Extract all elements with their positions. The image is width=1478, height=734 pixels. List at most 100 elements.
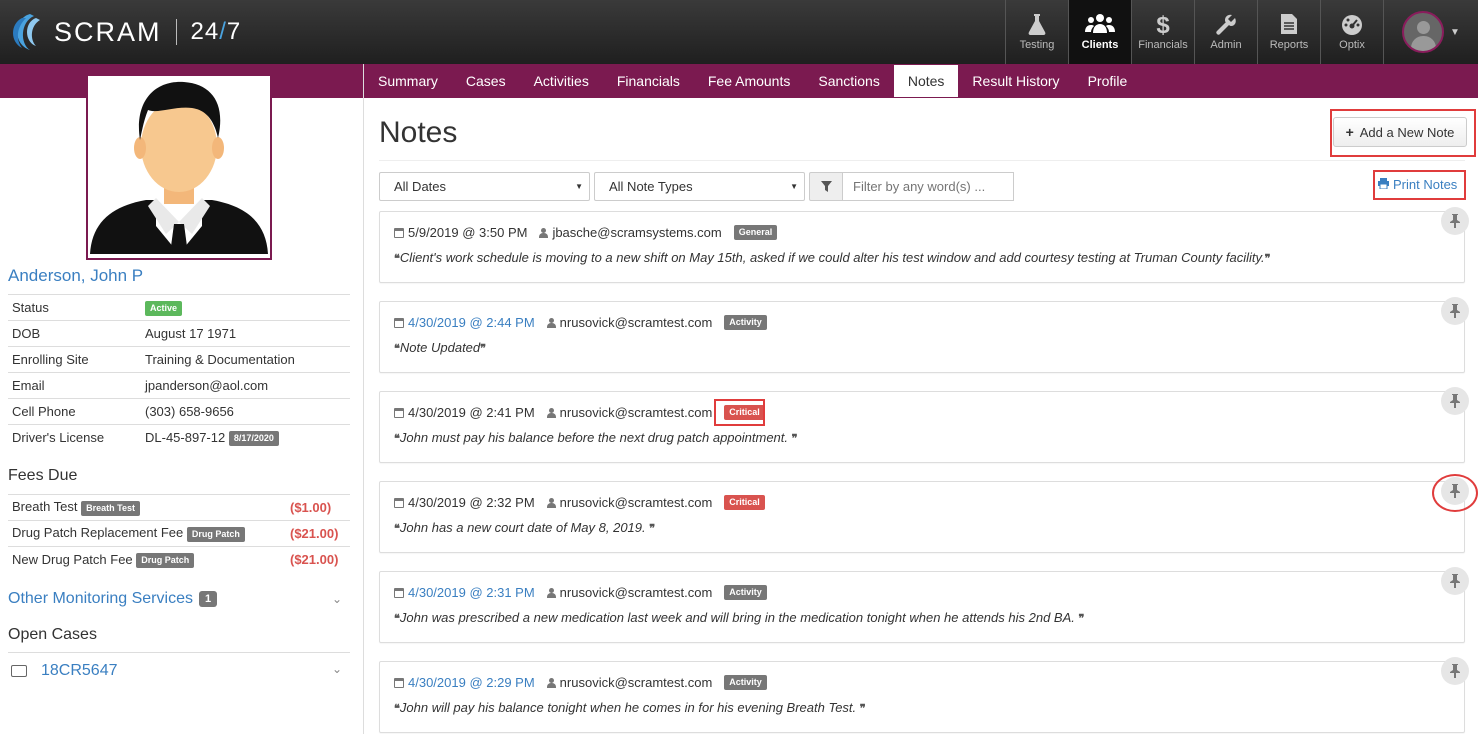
wrench-icon <box>1215 13 1237 39</box>
tab-sanctions[interactable]: Sanctions <box>804 65 893 97</box>
chevron-down-icon[interactable]: ⌄ <box>332 592 342 606</box>
fees-due-table: Breath Test Breath Test ($1.00) Drug Pat… <box>8 494 350 573</box>
user-menu[interactable]: ▼ <box>1383 0 1478 64</box>
note-date-link[interactable]: 4/30/2019 @ 2:29 PM <box>408 675 535 690</box>
users-icon <box>1085 13 1115 39</box>
tab-summary[interactable]: Summary <box>364 65 452 97</box>
title-divider <box>379 160 1465 161</box>
info-key: Status <box>8 294 141 321</box>
dashboard-icon <box>1340 13 1364 39</box>
info-row-email: Email jpanderson@aol.com <box>8 372 350 399</box>
tab-activities[interactable]: Activities <box>520 65 603 97</box>
product-name: 24/7 <box>190 18 242 45</box>
nav-clients[interactable]: Clients <box>1068 0 1131 64</box>
scram-logo[interactable]: SCRAM 24/7 <box>8 6 241 58</box>
info-row-dob: DOB August 17 1971 <box>8 320 350 347</box>
user-icon <box>546 587 556 598</box>
calendar-icon <box>394 497 404 508</box>
nav-financials[interactable]: $ Financials <box>1131 0 1194 64</box>
tab-result-history[interactable]: Result History <box>958 65 1073 97</box>
other-services-count-badge: 1 <box>198 591 218 607</box>
top-navbar: SCRAM 24/7 Testing Clients $ Financials … <box>0 0 1478 64</box>
info-key: Cell Phone <box>8 398 141 425</box>
note-date-link[interactable]: 4/30/2019 @ 2:44 PM <box>408 315 535 330</box>
client-name[interactable]: Anderson, John P <box>8 266 143 286</box>
note-text: ❝Note Updated❞ <box>394 340 487 355</box>
note-author: nrusovick@scramtest.com <box>559 585 713 600</box>
tab-profile[interactable]: Profile <box>1074 65 1142 97</box>
dollar-icon: $ <box>1156 12 1170 39</box>
logo-separator <box>175 19 177 45</box>
note-type-badge: Critical <box>724 495 765 510</box>
flask-icon <box>1027 13 1047 39</box>
license-expiry-badge: 8/17/2020 <box>228 430 279 446</box>
word-filter-input[interactable] <box>843 172 1014 201</box>
nav-admin[interactable]: Admin <box>1194 0 1257 64</box>
note-text: ❝Client's work schedule is moving to a n… <box>394 250 1271 265</box>
note-meta: 4/30/2019 @ 2:41 PM nrusovick@scramtest.… <box>394 405 765 420</box>
note-author: nrusovick@scramtest.com <box>559 675 713 690</box>
info-row-enrolling-site: Enrolling Site Training & Documentation <box>8 346 350 373</box>
file-icon <box>1280 13 1298 39</box>
nav-reports-label: Reports <box>1269 39 1309 51</box>
caret-down-icon: ▼ <box>1450 26 1460 38</box>
info-key: DOB <box>8 320 141 347</box>
tab-notes[interactable]: Notes <box>893 65 959 97</box>
page-title: Notes <box>379 116 458 149</box>
add-note-highlight <box>1330 109 1476 157</box>
calendar-icon <box>394 587 404 598</box>
note-card: 4/30/2019 @ 2:41 PM nrusovick@scramtest.… <box>379 391 1465 463</box>
sidebar-divider <box>363 64 364 734</box>
tab-fee-amounts[interactable]: Fee Amounts <box>694 65 805 97</box>
folder-icon <box>11 664 27 677</box>
note-text: ❝John will pay his balance tonight when … <box>394 700 866 715</box>
pin-icon[interactable] <box>1441 567 1469 595</box>
scram-logo-mark-icon <box>8 10 48 54</box>
note-card: 4/30/2019 @ 2:44 PM nrusovick@scramtest.… <box>379 301 1465 373</box>
info-key: Enrolling Site <box>8 346 141 373</box>
info-row-status: Status Active <box>8 294 350 321</box>
note-type-badge: Activity <box>724 315 767 330</box>
note-meta: 5/9/2019 @ 3:50 PM jbasche@scramsystems.… <box>394 225 778 240</box>
user-avatar <box>1402 11 1445 53</box>
pin-icon[interactable] <box>1441 387 1469 415</box>
pin-icon[interactable] <box>1441 207 1469 235</box>
filter-icon <box>809 172 843 201</box>
date-filter-select[interactable]: All Dates ▼ <box>379 172 590 201</box>
caret-down-icon: ▼ <box>575 182 583 191</box>
client-info-table: Status Active DOB August 17 1971 Enrolli… <box>8 294 350 451</box>
print-notes-highlight <box>1373 170 1466 200</box>
chevron-down-icon[interactable]: ⌄ <box>332 662 342 676</box>
nav-reports[interactable]: Reports <box>1257 0 1320 64</box>
note-meta: 4/30/2019 @ 2:44 PM nrusovick@scramtest.… <box>394 315 767 330</box>
tab-financials[interactable]: Financials <box>603 65 694 97</box>
note-date: 5/9/2019 @ 3:50 PM <box>408 225 528 240</box>
note-date-link[interactable]: 4/30/2019 @ 2:31 PM <box>408 585 535 600</box>
word-filter-group <box>809 172 1014 201</box>
client-photo <box>86 74 272 260</box>
license-number: DL-45-897-12 <box>145 429 226 445</box>
other-monitoring-services-toggle[interactable]: Other Monitoring Services 1 <box>8 590 218 608</box>
tab-cases[interactable]: Cases <box>452 65 520 97</box>
case-number-link[interactable]: 18CR5647 <box>41 662 118 680</box>
note-meta: 4/30/2019 @ 2:29 PM nrusovick@scramtest.… <box>394 675 767 690</box>
user-icon <box>539 227 549 238</box>
note-author: nrusovick@scramtest.com <box>559 315 713 330</box>
note-text: ❝John was prescribed a new medication la… <box>394 610 1085 625</box>
note-type-filter-select[interactable]: All Note Types ▼ <box>594 172 805 201</box>
note-meta: 4/30/2019 @ 2:32 PM nrusovick@scramtest.… <box>394 495 765 510</box>
note-type-badge: General <box>733 225 778 240</box>
note-text: ❝John has a new court date of May 8, 201… <box>394 520 656 535</box>
open-case-row[interactable]: 18CR5647 <box>8 652 350 688</box>
pin-icon[interactable] <box>1441 657 1469 685</box>
note-date: 4/30/2019 @ 2:32 PM <box>408 495 535 510</box>
note-meta: 4/30/2019 @ 2:31 PM nrusovick@scramtest.… <box>394 585 767 600</box>
nav-testing[interactable]: Testing <box>1005 0 1068 64</box>
info-row-drivers-license: Driver's License DL-45-897-12 8/17/2020 <box>8 424 350 451</box>
nav-clients-label: Clients <box>1081 39 1119 51</box>
fee-amount: ($1.00) <box>286 494 350 521</box>
critical-badge-highlight <box>714 399 765 426</box>
nav-optix[interactable]: Optix <box>1320 0 1383 64</box>
pin-icon[interactable] <box>1441 297 1469 325</box>
fee-label: Breath Test Breath Test <box>8 494 286 521</box>
